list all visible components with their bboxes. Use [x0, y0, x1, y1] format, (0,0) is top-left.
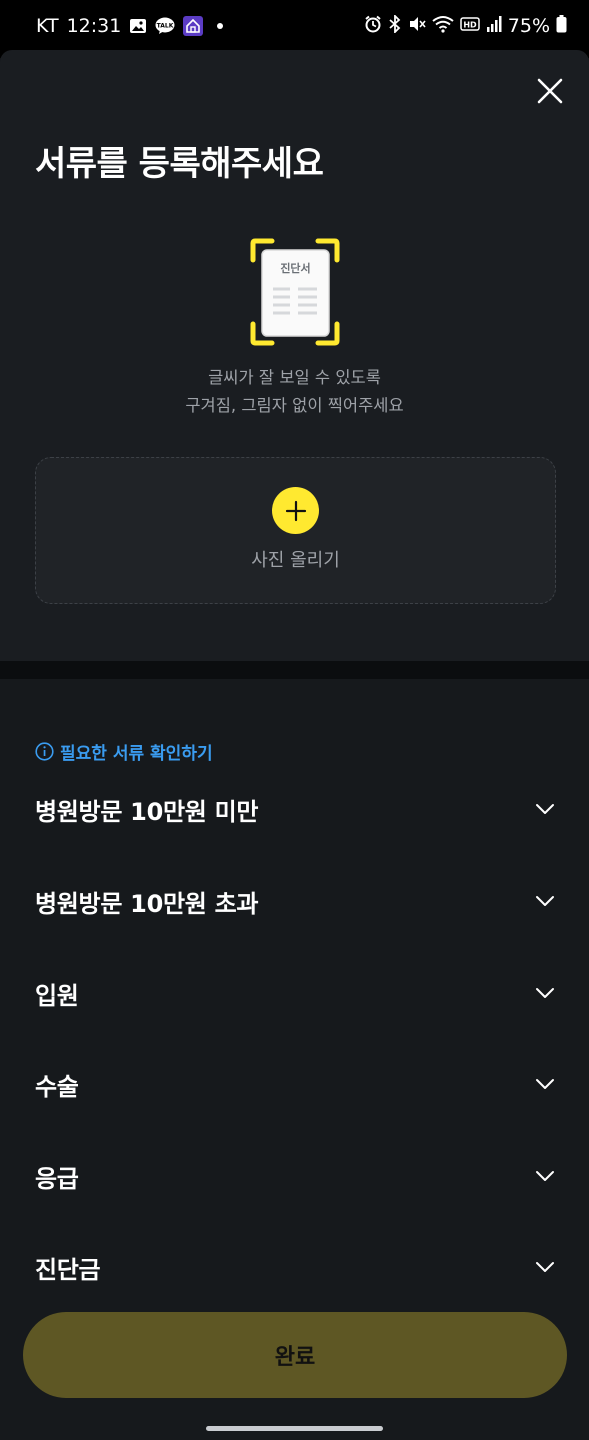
mute-icon	[408, 15, 426, 38]
plus-icon	[272, 487, 319, 534]
close-button[interactable]	[535, 76, 565, 106]
close-icon	[537, 78, 563, 104]
talk-icon-text: TALK	[157, 23, 174, 30]
required-docs-link[interactable]: 필요한 서류 확인하기	[35, 739, 213, 764]
home-indicator[interactable]	[206, 1426, 383, 1431]
hint-line-2: 구겨짐, 그림자 없이 찍어주세요	[185, 396, 404, 415]
document-scan-icon: 진단서	[250, 238, 340, 346]
battery-percent: 75%	[507, 15, 550, 37]
wifi-icon	[432, 15, 454, 38]
app-frame: KT 12:31 TALK HD 75% 서류를 등록해주세요 진단서 글씨가 …	[0, 0, 589, 1440]
status-right: HD 75%	[364, 13, 567, 38]
category-item-clinic-under-100k[interactable]: 병원방문 10만원 미만	[35, 779, 556, 839]
hd-icon: HD	[460, 15, 480, 37]
doc-label: 진단서	[280, 261, 310, 275]
category-label: 입원	[35, 981, 79, 1010]
hint-line-1: 글씨가 잘 보일 수 있도록	[208, 368, 381, 387]
upload-label: 사진 올리기	[251, 550, 340, 571]
talk-icon: TALK	[155, 17, 175, 35]
section-divider	[0, 661, 589, 679]
status-left: KT 12:31 TALK	[36, 15, 224, 37]
category-item-clinic-over-100k[interactable]: 병원방문 10만원 초과	[35, 871, 556, 931]
bluetooth-icon	[388, 13, 402, 38]
gallery-icon	[129, 18, 147, 34]
chevron-down-icon	[534, 798, 556, 820]
upload-sheet: 서류를 등록해주세요 진단서 글씨가 잘 보일 수 있도록 구겨짐, 그림자 없…	[0, 50, 589, 661]
hd-icon-text: HD	[463, 21, 477, 30]
battery-icon	[556, 14, 567, 38]
photo-upload-button[interactable]: 사진 올리기	[35, 457, 556, 604]
category-label: 병원방문 10만원 초과	[35, 889, 259, 918]
chevron-down-icon	[534, 1073, 556, 1095]
category-label: 진단금	[35, 1255, 101, 1284]
home-app-icon	[183, 16, 204, 36]
chevron-down-icon	[534, 890, 556, 912]
category-label: 응급	[35, 1164, 79, 1193]
notification-dot-icon	[217, 23, 224, 29]
chevron-down-icon	[534, 982, 556, 1004]
chevron-down-icon	[534, 1256, 556, 1278]
required-docs-label: 필요한 서류 확인하기	[60, 744, 213, 764]
done-label: 완료	[274, 1345, 316, 1370]
photo-hint: 글씨가 잘 보일 수 있도록 구겨짐, 그림자 없이 찍어주세요	[0, 364, 589, 420]
category-item-surgery[interactable]: 수술	[35, 1054, 556, 1114]
category-label: 수술	[35, 1072, 79, 1101]
chevron-down-icon	[534, 1165, 556, 1187]
category-item-hospitalization[interactable]: 입원	[35, 963, 556, 1023]
category-item-diagnosis-benefit[interactable]: 진단금	[35, 1237, 556, 1297]
clock: 12:31	[66, 15, 122, 37]
carrier: KT	[36, 15, 59, 37]
document-categories: 필요한 서류 확인하기 병원방문 10만원 미만 병원방문 10만원 초과 입원…	[0, 679, 589, 1440]
category-item-emergency[interactable]: 응급	[35, 1146, 556, 1206]
signal-icon	[486, 15, 502, 38]
alarm-icon	[364, 15, 382, 38]
done-button[interactable]: 완료	[23, 1312, 567, 1398]
category-label: 병원방문 10만원 미만	[35, 797, 259, 826]
info-icon	[35, 742, 54, 761]
page-title: 서류를 등록해주세요	[35, 144, 324, 184]
